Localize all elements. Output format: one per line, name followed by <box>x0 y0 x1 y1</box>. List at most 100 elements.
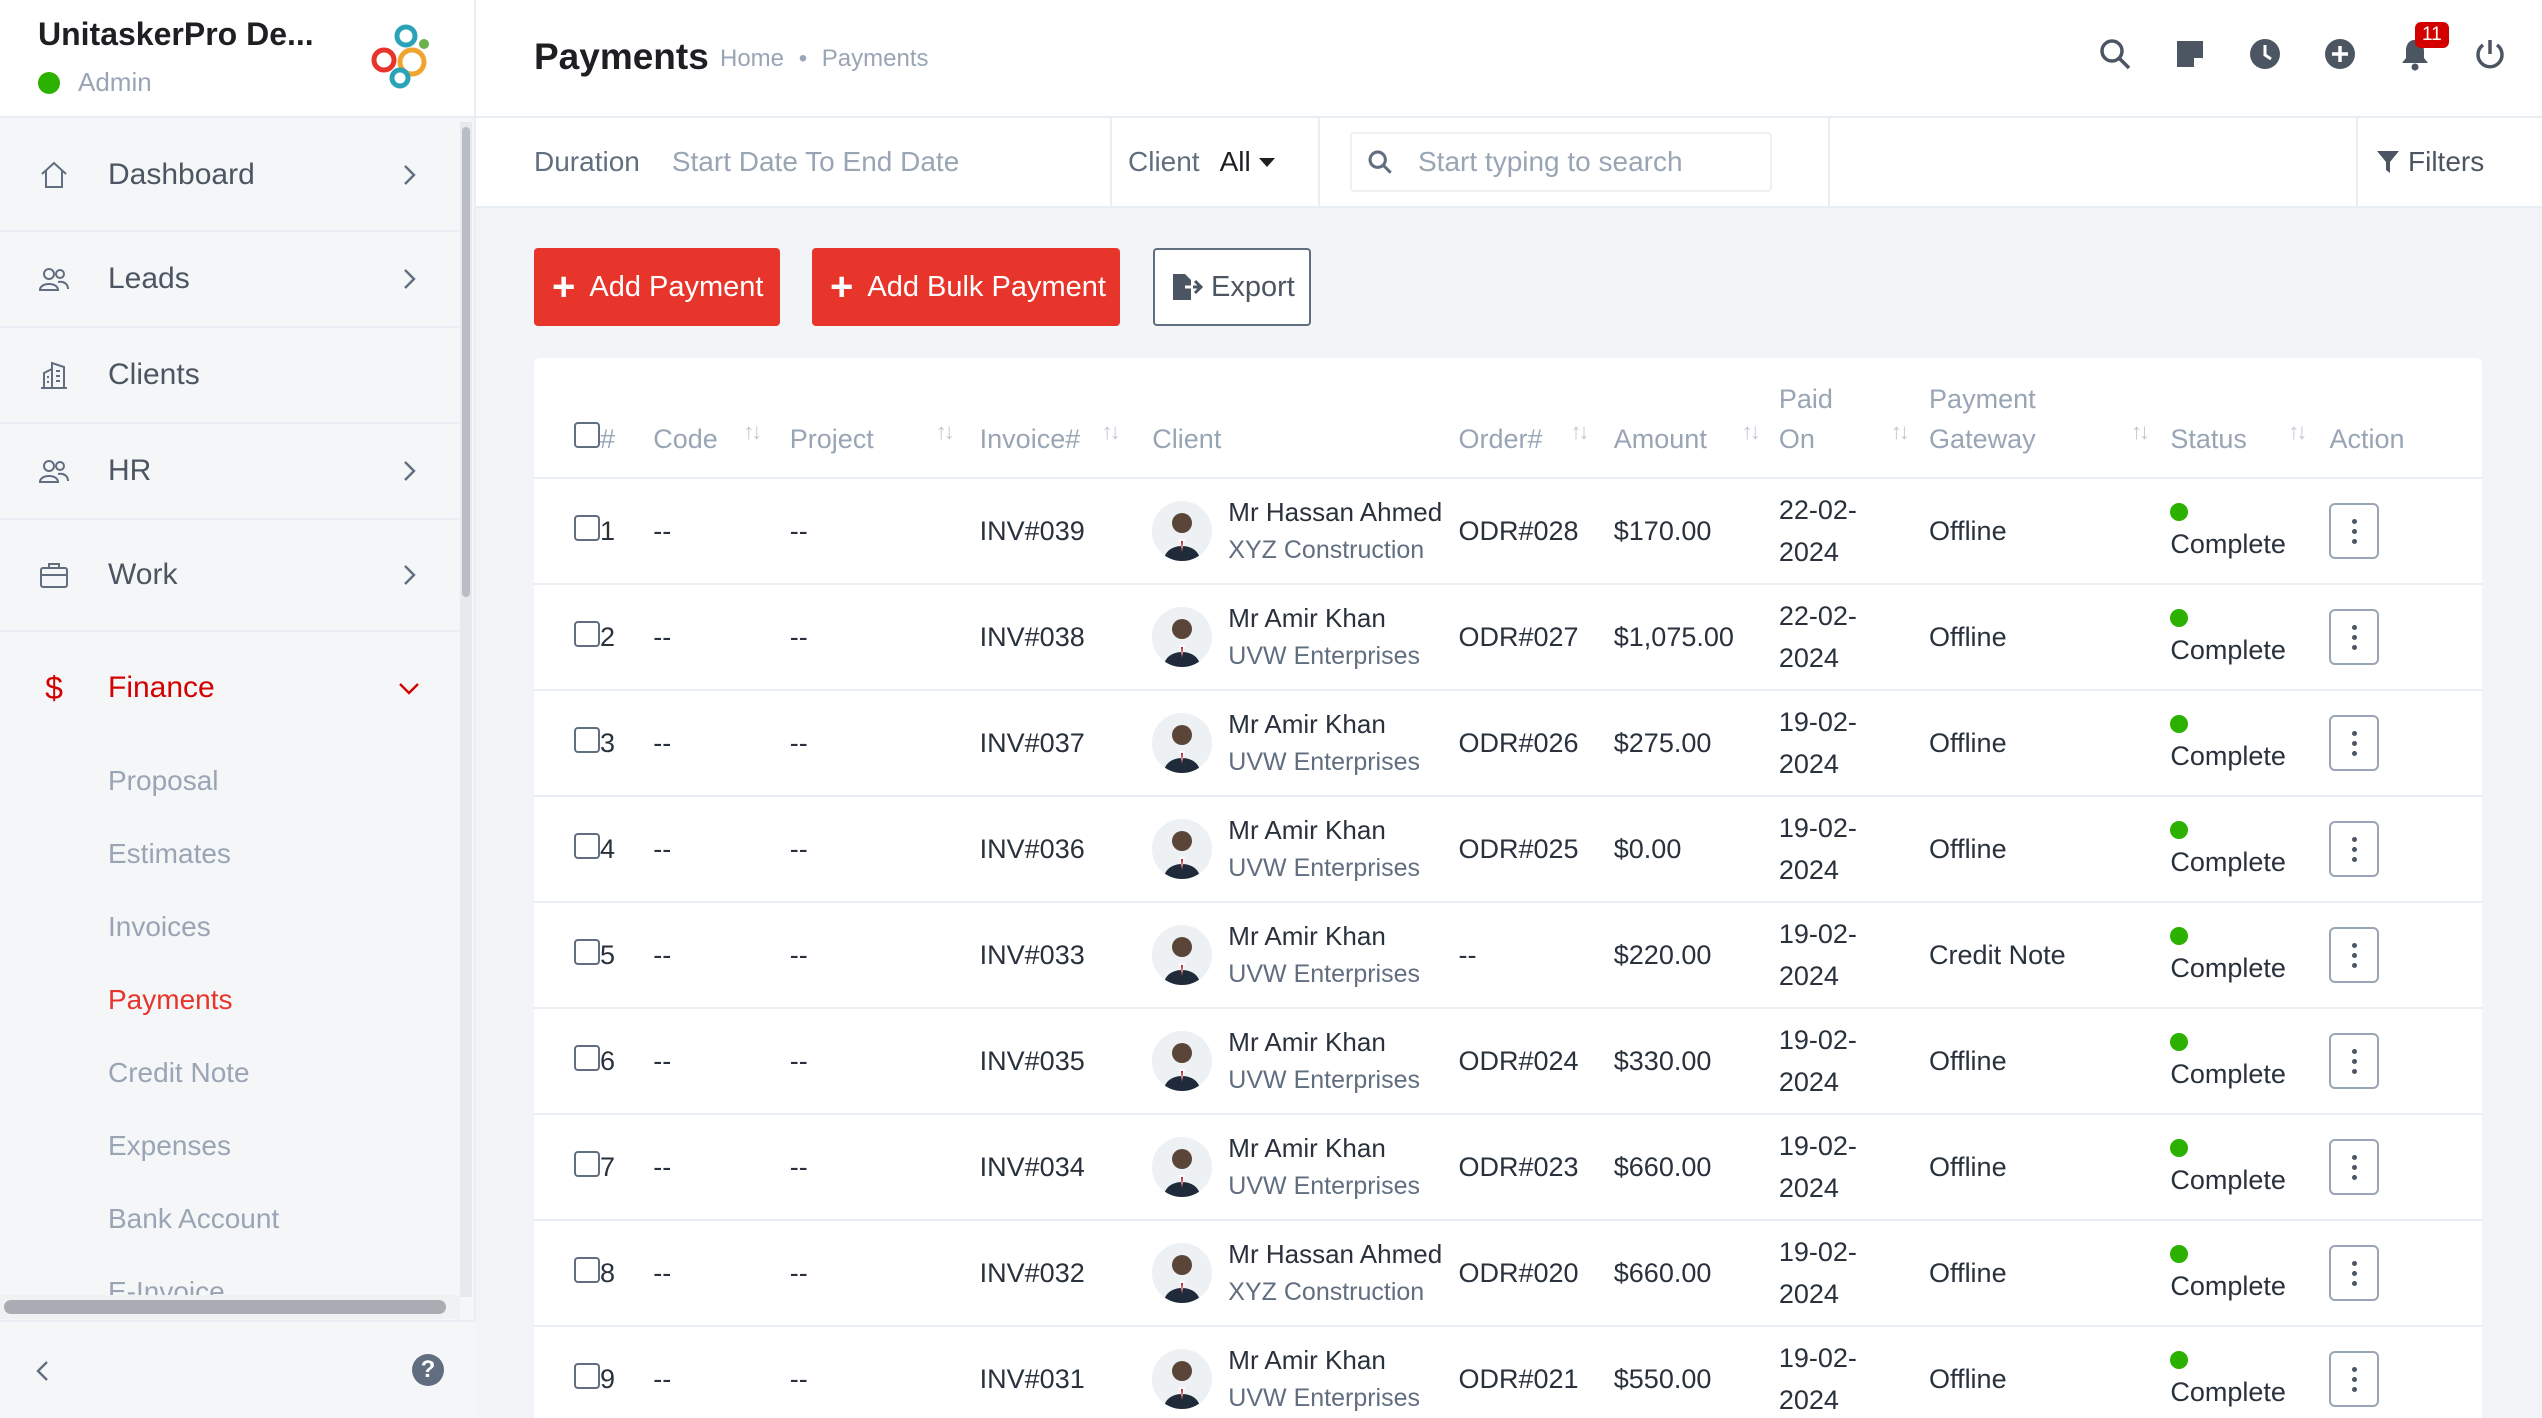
row-actions-menu-button[interactable] <box>2329 609 2380 665</box>
col-header-status[interactable]: Status ↑↓ <box>2170 358 2329 478</box>
sidebar-item-dashboard[interactable]: Dashboard <box>0 120 460 232</box>
row-actions-menu-button[interactable] <box>2329 1139 2380 1195</box>
row-invoice[interactable]: INV#036 <box>980 796 1153 902</box>
sort-icon[interactable]: ↑↓ <box>1570 412 1589 452</box>
duration-filter[interactable]: Duration Start Date To End Date <box>476 118 1112 206</box>
row-checkbox[interactable] <box>574 620 600 647</box>
row-checkbox[interactable] <box>574 1256 600 1283</box>
search-input[interactable] <box>1408 132 1772 192</box>
client-name[interactable]: Mr Amir Khan <box>1228 1129 1420 1167</box>
sidebar-item-work[interactable]: Work <box>0 520 460 632</box>
col-header-order[interactable]: Order# ↑↓ <box>1458 358 1613 478</box>
client-name[interactable]: Mr Amir Khan <box>1228 811 1420 849</box>
submenu-item-credit-note[interactable]: Credit Note <box>0 1036 460 1109</box>
row-invoice[interactable]: INV#037 <box>980 690 1153 796</box>
search-icon[interactable] <box>2095 34 2135 74</box>
row-actions-menu-button[interactable] <box>2329 503 2380 559</box>
scrollbar-thumb[interactable] <box>4 1300 446 1314</box>
col-header-amount[interactable]: Amount ↑↓ <box>1614 358 1779 478</box>
submenu-item-payments[interactable]: Payments <box>0 963 460 1036</box>
scrollbar-thumb[interactable] <box>462 127 470 597</box>
sort-icon[interactable]: ↑↓ <box>743 412 762 452</box>
submenu-item-proposal[interactable]: Proposal <box>0 744 460 817</box>
sort-icon[interactable]: ↑↓ <box>2288 412 2307 452</box>
submenu-item-bank-account[interactable]: Bank Account <box>0 1182 460 1255</box>
power-icon[interactable] <box>2470 34 2510 74</box>
row-actions-menu-button[interactable] <box>2329 927 2380 983</box>
client-info[interactable]: Mr Amir Khan UVW Enterprises <box>1152 705 1458 781</box>
filters-button[interactable]: Filters <box>2356 118 2542 206</box>
row-action-cell <box>2329 1008 2482 1114</box>
client-filter[interactable]: Client All <box>1112 118 1320 206</box>
row-actions-menu-button[interactable] <box>2329 1351 2380 1407</box>
row-actions-menu-button[interactable] <box>2329 1033 2380 1089</box>
submenu-item-estimates[interactable]: Estimates <box>0 817 460 890</box>
client-name[interactable]: Mr Amir Khan <box>1228 705 1420 743</box>
client-name[interactable]: Mr Amir Khan <box>1228 1023 1420 1061</box>
client-info[interactable]: Mr Amir Khan UVW Enterprises <box>1152 1341 1458 1417</box>
client-info[interactable]: Mr Amir Khan UVW Enterprises <box>1152 1023 1458 1099</box>
client-name[interactable]: Mr Amir Khan <box>1228 917 1420 955</box>
row-invoice[interactable]: INV#035 <box>980 1008 1153 1114</box>
client-info[interactable]: Mr Amir Khan UVW Enterprises <box>1152 917 1458 993</box>
clock-icon[interactable] <box>2245 34 2285 74</box>
col-header-project[interactable]: Project ↑↓ <box>790 358 980 478</box>
row-checkbox[interactable] <box>574 832 600 859</box>
col-header-invoice[interactable]: Invoice# ↑↓ <box>980 358 1153 478</box>
date-range-input[interactable]: Start Date To End Date <box>672 146 959 178</box>
sidebar-item-hr[interactable]: HR <box>0 424 460 520</box>
client-info[interactable]: Mr Amir Khan UVW Enterprises <box>1152 811 1458 887</box>
sticky-note-icon[interactable] <box>2170 34 2210 74</box>
client-info[interactable]: Mr Hassan Ahmed XYZ Construction <box>1152 1235 1458 1311</box>
row-checkbox[interactable] <box>574 514 600 541</box>
row-invoice[interactable]: INV#038 <box>980 584 1153 690</box>
row-checkbox[interactable] <box>574 726 600 753</box>
row-invoice[interactable]: INV#034 <box>980 1114 1153 1220</box>
sidebar-item-leads[interactable]: Leads <box>0 232 460 328</box>
sidebar-horizontal-scrollbar[interactable] <box>0 1295 460 1319</box>
client-name[interactable]: Mr Amir Khan <box>1228 599 1420 637</box>
submenu-item-e-invoice[interactable]: E-Invoice <box>0 1255 460 1296</box>
row-invoice[interactable]: INV#032 <box>980 1220 1153 1326</box>
add-payment-button[interactable]: + Add Payment <box>534 248 780 326</box>
add-circle-icon[interactable] <box>2320 34 2360 74</box>
brand-header[interactable]: UnitaskerPro De... Admin <box>0 0 474 118</box>
col-header-paid-on[interactable]: Paid On ↑↓ <box>1779 358 1929 478</box>
bell-icon[interactable]: 11 <box>2395 22 2449 74</box>
sort-icon[interactable]: ↑↓ <box>1891 412 1910 452</box>
breadcrumb-home[interactable]: Home <box>720 45 784 72</box>
col-header-payment-gateway[interactable]: Payment Gateway ↑↓ <box>1929 358 2170 478</box>
row-checkbox[interactable] <box>574 1044 600 1071</box>
row-actions-menu-button[interactable] <box>2329 1245 2380 1301</box>
row-invoice[interactable]: INV#039 <box>980 478 1153 584</box>
row-actions-menu-button[interactable] <box>2329 821 2380 877</box>
sidebar-vertical-scrollbar[interactable] <box>460 122 472 1297</box>
sort-icon[interactable]: ↑↓ <box>1742 412 1761 452</box>
client-info[interactable]: Mr Amir Khan UVW Enterprises <box>1152 599 1458 675</box>
client-select-value[interactable]: All <box>1220 146 1251 178</box>
submenu-item-invoices[interactable]: Invoices <box>0 890 460 963</box>
row-checkbox[interactable] <box>574 1362 600 1389</box>
row-checkbox[interactable] <box>574 938 600 965</box>
add-bulk-payment-button[interactable]: + Add Bulk Payment <box>812 248 1120 326</box>
sort-icon[interactable]: ↑↓ <box>2131 412 2150 452</box>
sidebar-item-clients[interactable]: Clients <box>0 328 460 424</box>
submenu-item-expenses[interactable]: Expenses <box>0 1109 460 1182</box>
export-button[interactable]: Export <box>1153 248 1311 326</box>
row-checkbox[interactable] <box>574 1150 600 1177</box>
client-name[interactable]: Mr Amir Khan <box>1228 1341 1420 1379</box>
sort-icon[interactable]: ↑↓ <box>936 412 955 452</box>
help-icon[interactable]: ? <box>412 1354 444 1386</box>
chevron-left-icon[interactable] <box>28 1356 58 1386</box>
row-invoice[interactable]: INV#031 <box>980 1326 1153 1418</box>
select-all-checkbox[interactable] <box>574 422 600 448</box>
row-invoice[interactable]: INV#033 <box>980 902 1153 1008</box>
client-info[interactable]: Mr Hassan Ahmed XYZ Construction <box>1152 493 1458 569</box>
row-actions-menu-button[interactable] <box>2329 715 2380 771</box>
sidebar-item-finance[interactable]: $ Finance <box>0 632 460 744</box>
client-info[interactable]: Mr Amir Khan UVW Enterprises <box>1152 1129 1458 1205</box>
client-name[interactable]: Mr Hassan Ahmed <box>1228 493 1442 531</box>
col-header-code[interactable]: Code ↑↓ <box>653 358 790 478</box>
client-name[interactable]: Mr Hassan Ahmed <box>1228 1235 1442 1273</box>
sort-icon[interactable]: ↑↓ <box>1102 412 1121 452</box>
